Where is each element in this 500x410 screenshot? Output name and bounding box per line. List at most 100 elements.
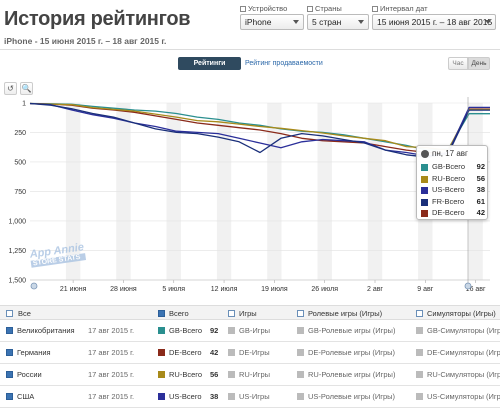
sim-swatch[interactable] <box>416 349 423 356</box>
x-tick-label: 19 июля <box>261 286 288 293</box>
total-column-checkbox[interactable] <box>158 310 165 317</box>
tooltip-series-name: DE-Всего <box>432 208 465 217</box>
tooltip-series-value: 38 <box>476 185 485 194</box>
tooltip-series-name: RU-Всего <box>432 173 465 183</box>
chevron-down-icon <box>293 20 299 24</box>
header-rpg: Ролевые игры (Игры) <box>308 309 383 318</box>
tooltip-series-name: GB-Всего <box>432 162 465 171</box>
checkbox-icon <box>307 5 313 12</box>
rpg-swatch[interactable] <box>297 327 304 334</box>
games-series-name: RU-Игры <box>239 370 271 379</box>
reset-zoom-icon[interactable]: ↺ <box>4 82 17 95</box>
series-color-swatch <box>421 164 428 171</box>
country-checkbox[interactable] <box>6 327 13 334</box>
country-checkbox[interactable] <box>6 393 13 400</box>
sim-series-name: RU-Симуляторы (Игры) <box>427 370 500 379</box>
tooltip-series-name: US-Всего <box>432 185 465 194</box>
series-color-swatch[interactable] <box>158 327 165 334</box>
tab-grossing-rankings[interactable]: Рейтинг продаваемости <box>245 57 323 70</box>
series-color-swatch <box>421 175 428 183</box>
rpg-series-name: DE-Ролевые игры (Игры) <box>308 348 396 357</box>
series-color-swatch[interactable] <box>158 349 165 356</box>
header-all: Все <box>18 309 31 318</box>
range-handle-right[interactable] <box>464 282 472 290</box>
x-tick-label: 5 июля <box>162 286 185 293</box>
sim-swatch[interactable] <box>416 327 423 334</box>
page-title: История рейтингов <box>4 8 191 30</box>
total-series-name: DE-Всего <box>169 348 202 357</box>
y-tick-label: 1 <box>22 101 26 108</box>
tooltip-header: пн, 17 авг <box>421 149 468 158</box>
table-row: Германия 17 авг 2015 г. DE-Всего 42 DE-Игры D… <box>0 342 500 364</box>
tooltip-series-value: 92 <box>476 162 485 171</box>
series-color-swatch <box>421 187 428 194</box>
country-name: Великобритания <box>17 326 75 335</box>
range-handle-left[interactable] <box>30 282 38 290</box>
countries-select[interactable]: 5 стран <box>307 14 369 30</box>
tooltip-series-name: FR-Всего <box>432 196 465 206</box>
country-name: Германия <box>17 348 51 357</box>
country-checkbox[interactable] <box>6 371 13 378</box>
y-tick-label: 1,000 <box>8 218 26 225</box>
x-tick-label: 28 июня <box>110 286 137 293</box>
sim-series-name: GB-Симуляторы (Игры) <box>427 326 500 335</box>
total-series-value: 38 <box>210 392 219 401</box>
games-swatch[interactable] <box>228 327 235 334</box>
y-tick-label: 250 <box>14 130 26 137</box>
games-swatch[interactable] <box>228 393 235 400</box>
granularity-hour-button[interactable]: Час <box>448 57 468 70</box>
rpg-swatch[interactable] <box>297 349 304 356</box>
header-divider <box>0 49 500 50</box>
sim-swatch[interactable] <box>416 393 423 400</box>
device-filter-label: Устройство <box>240 4 287 13</box>
sim-swatch[interactable] <box>416 371 423 378</box>
tab-download-rankings[interactable]: Рейтинги загрузок <box>178 57 241 80</box>
x-tick-label: 12 июля <box>211 286 238 293</box>
rpg-swatch[interactable] <box>297 371 304 378</box>
games-swatch[interactable] <box>228 349 235 356</box>
zoom-icon[interactable]: 🔍 <box>20 82 33 95</box>
country-name: США <box>17 392 35 401</box>
y-axis-ticks: 1 250 500 750 1,000 1,250 1,500 <box>8 101 26 285</box>
series-color-swatch[interactable] <box>158 393 165 400</box>
rpg-series-name: RU-Ролевые игры (Игры) <box>308 370 396 379</box>
games-swatch[interactable] <box>228 371 235 378</box>
tooltip-series-value: 42 <box>476 208 485 217</box>
sim-column-checkbox[interactable] <box>416 310 423 317</box>
x-tick-label: 9 авг <box>417 286 433 293</box>
checkbox-icon <box>372 5 378 12</box>
games-series-name: US-Игры <box>239 392 270 401</box>
rpg-series-name: US-Ролевые игры (Игры) <box>308 392 396 401</box>
series-color-swatch[interactable] <box>158 371 165 378</box>
y-tick-label: 1,250 <box>8 248 26 255</box>
granularity-day-button[interactable]: День <box>468 57 490 70</box>
table-row: США 17 авг 2015 г. US-Всего 38 US-Игры US-Рол… <box>0 386 500 408</box>
device-select[interactable]: iPhone <box>240 14 304 30</box>
rpg-swatch[interactable] <box>297 393 304 400</box>
table-header: Все Всего Игры Ролевые игры (Игры) Симул… <box>0 305 500 320</box>
country-checkbox[interactable] <box>6 349 13 356</box>
globe-icon <box>421 149 429 158</box>
tooltip-row: US-Всего 38 <box>421 185 487 197</box>
header-sim: Симуляторы (Игры) <box>427 309 496 318</box>
tooltip-series-value: 61 <box>476 196 485 206</box>
row-date: 17 авг 2015 г. <box>88 392 135 401</box>
series-color-swatch <box>421 198 428 206</box>
date-range-select[interactable]: 15 июня 2015 г. – 18 авг 2015 г. <box>372 14 496 30</box>
tooltip-row: RU-Всего 56 <box>421 174 487 186</box>
sim-series-name: US-Симуляторы (Игры) <box>427 392 500 401</box>
row-date: 17 авг 2015 г. <box>88 370 135 379</box>
chart-tooltip: пн, 17 авг GB-Всего 92 RU-Всего 56 US-Всего 3… <box>416 145 488 220</box>
rpg-column-checkbox[interactable] <box>297 310 304 317</box>
x-tick-label: 26 июля <box>311 286 338 293</box>
rpg-series-name: GB-Ролевые игры (Игры) <box>308 326 396 335</box>
select-all-checkbox[interactable] <box>6 310 13 317</box>
date-filter-label: Интервал дат <box>372 4 428 13</box>
games-column-checkbox[interactable] <box>228 310 235 317</box>
tooltip-row: GB-Всего 92 <box>421 162 487 174</box>
page-subtitle: iPhone - 15 июня 2015 г. – 18 авг 2015 г… <box>4 36 167 46</box>
games-series-name: DE-Игры <box>239 348 270 357</box>
header-total: Всего <box>169 309 189 318</box>
chevron-down-icon <box>358 20 364 24</box>
total-series-value: 56 <box>210 370 219 379</box>
